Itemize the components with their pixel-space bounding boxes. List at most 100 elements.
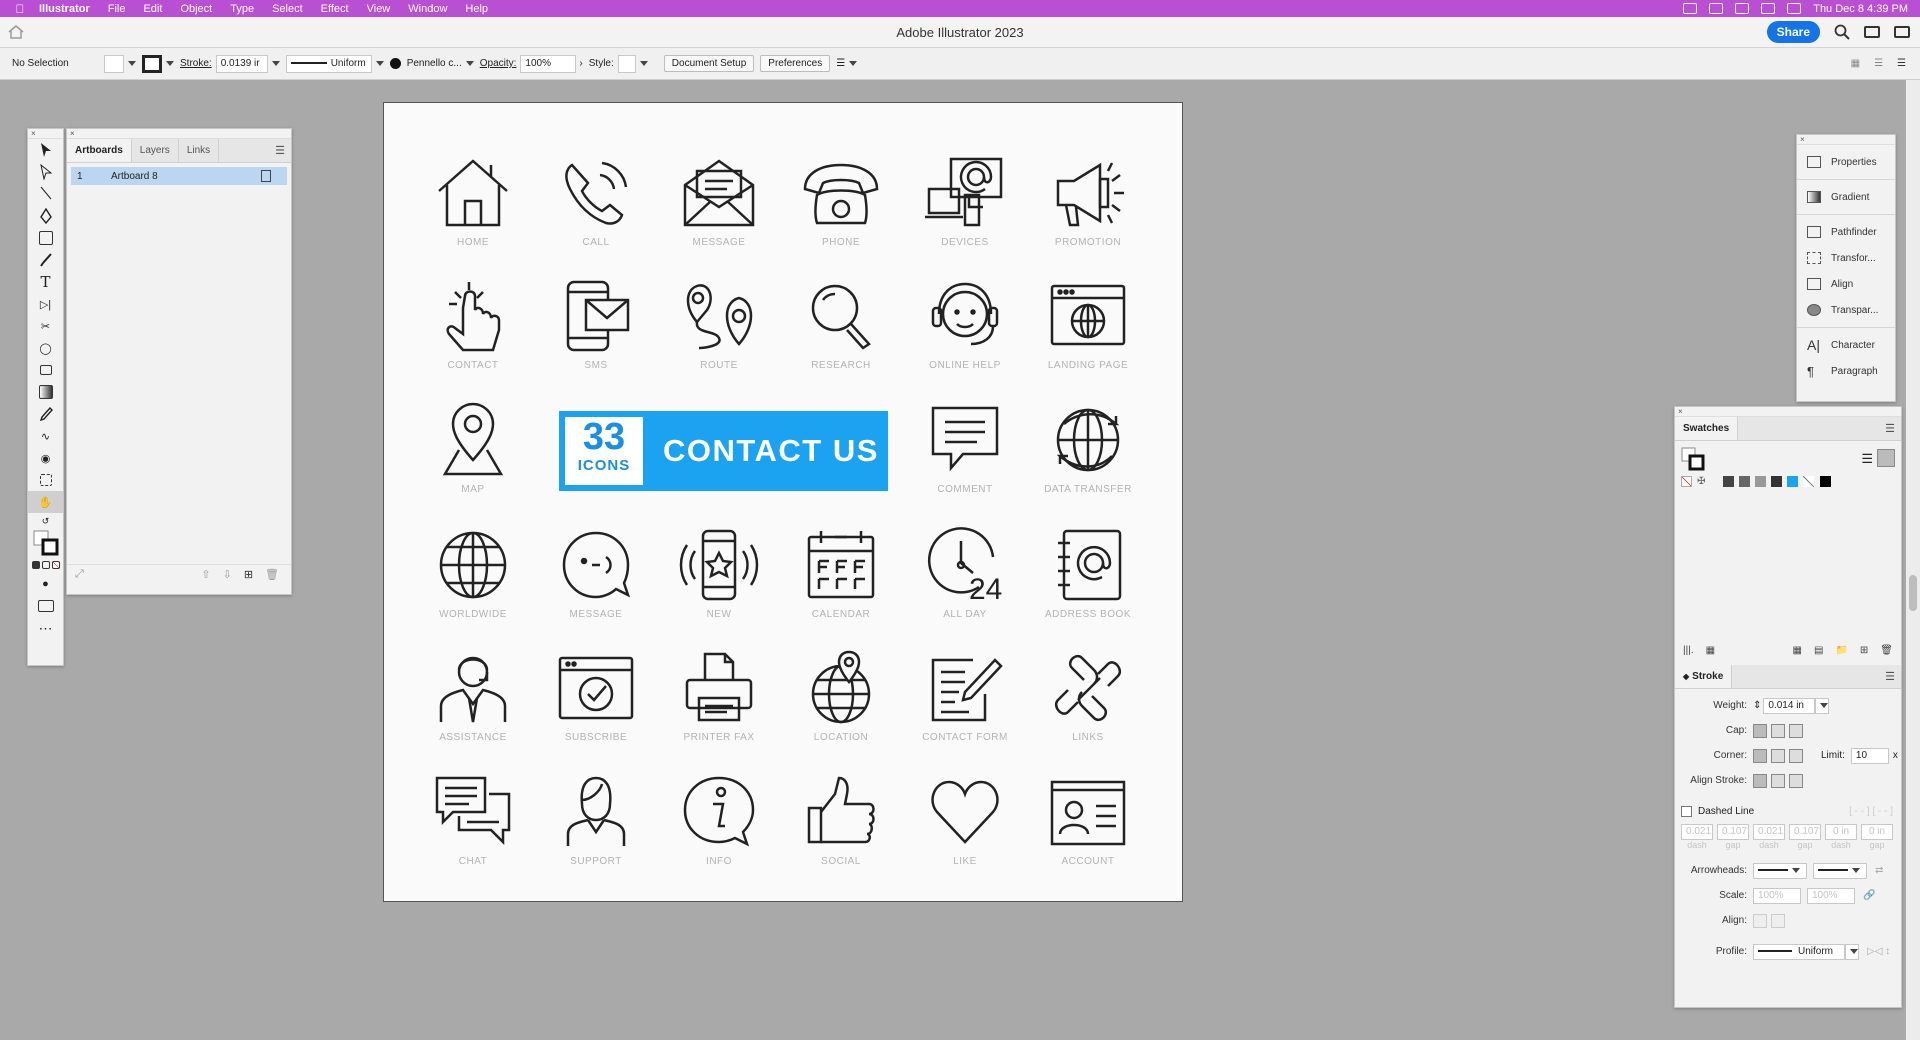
- menu-edit[interactable]: Edit: [134, 3, 171, 15]
- icon-social[interactable]: SOCIAL: [786, 774, 896, 867]
- scale-start-field[interactable]: 100%: [1753, 887, 1801, 904]
- move-up-icon[interactable]: ⇧: [201, 568, 210, 581]
- scissors-tool[interactable]: ✂: [28, 315, 63, 337]
- artboard-tool[interactable]: [28, 359, 63, 381]
- icon-assistance[interactable]: ASSISTANCE: [418, 650, 528, 743]
- arrange-icon[interactable]: ☰: [836, 58, 858, 69]
- swatch-dark[interactable]: [1739, 475, 1751, 487]
- fill-stroke-indicator[interactable]: [28, 529, 63, 557]
- arrow-tip-extend-button[interactable]: [1753, 913, 1767, 928]
- scale-end-field[interactable]: 100%: [1807, 887, 1855, 904]
- share-button[interactable]: Share: [1766, 21, 1820, 43]
- opacity-label[interactable]: Opacity:: [480, 58, 517, 69]
- draw-mode-icon[interactable]: ●: [28, 573, 63, 595]
- icon-online-help[interactable]: ONLINE HELP: [910, 278, 1020, 371]
- menu-file[interactable]: File: [99, 3, 135, 15]
- pen-tool[interactable]: [28, 205, 63, 227]
- list-view-icon[interactable]: ☰: [1861, 451, 1873, 467]
- panel-menu-icon[interactable]: ☰: [1879, 417, 1901, 440]
- icon-home[interactable]: HOME: [418, 155, 528, 248]
- icon-route[interactable]: ROUTE: [664, 278, 774, 371]
- show-kinds-icon[interactable]: ▦: [1793, 645, 1802, 656]
- icon-chat[interactable]: CHAT: [418, 774, 528, 867]
- close-icon[interactable]: ×: [28, 129, 63, 139]
- dock-pathfinder[interactable]: Pathfinder: [1797, 219, 1895, 245]
- dash-field[interactable]: 0 in: [1825, 824, 1857, 840]
- color-mode-icons[interactable]: [28, 557, 63, 573]
- style-swatch[interactable]: [617, 54, 636, 73]
- limit-field[interactable]: 10: [1850, 747, 1889, 764]
- arrow-tip-place-button[interactable]: [1771, 913, 1785, 928]
- tab-artboards[interactable]: Artboards: [67, 139, 132, 162]
- paintbrush-tool[interactable]: [28, 249, 63, 271]
- swatch-grey[interactable]: [1755, 475, 1767, 487]
- group-selection-tool[interactable]: [28, 183, 63, 205]
- align-center-button[interactable]: [1753, 773, 1767, 788]
- arrange-documents-icon[interactable]: [1864, 26, 1880, 38]
- tab-stroke[interactable]: ◆ Stroke: [1675, 665, 1733, 688]
- icon-printer-fax[interactable]: PRINTER FAX: [664, 650, 774, 743]
- profile-dropdown[interactable]: Uniform: [1753, 943, 1845, 960]
- style-dropdown[interactable]: [639, 61, 648, 66]
- icon-new[interactable]: NEW: [664, 527, 774, 620]
- hand-tool[interactable]: ✋: [28, 491, 63, 513]
- dock-gradient[interactable]: Gradient: [1797, 184, 1895, 210]
- align-icon[interactable]: ▦: [1851, 58, 1860, 69]
- icon-message[interactable]: MESSAGE: [664, 155, 774, 248]
- menu-app[interactable]: Illustrator: [30, 3, 99, 15]
- swatch-options-icon[interactable]: ▤: [1814, 645, 1823, 656]
- apple-icon[interactable]: : [10, 2, 30, 16]
- trash-icon[interactable]: 🗑: [265, 568, 279, 581]
- stroke-weight-field[interactable]: 0.0139 ir: [215, 54, 268, 73]
- wifi-icon[interactable]: [1761, 3, 1776, 14]
- search-icon[interactable]: [1787, 3, 1802, 14]
- icon-location[interactable]: LOCATION: [786, 650, 896, 743]
- eyedropper-tool[interactable]: [28, 403, 63, 425]
- gap-field[interactable]: 0.107: [1717, 824, 1749, 840]
- dock-transparency[interactable]: Transpar...: [1797, 297, 1895, 323]
- icon-worldwide[interactable]: WORLDWIDE: [418, 527, 528, 620]
- artboard-row[interactable]: 1 Artboard 8: [71, 167, 287, 185]
- align-outside-button[interactable]: [1789, 773, 1803, 788]
- dock-paragraph[interactable]: ¶ Paragraph: [1797, 358, 1895, 384]
- menu-window[interactable]: Window: [399, 3, 456, 15]
- new-swatch-icon[interactable]: ⊞: [1860, 645, 1868, 656]
- dock-properties[interactable]: Properties: [1797, 149, 1895, 175]
- bevel-join-button[interactable]: [1789, 748, 1803, 763]
- icon-account[interactable]: ACCOUNT: [1033, 774, 1143, 867]
- place-swatch-icon[interactable]: ▦: [1706, 645, 1715, 656]
- swatch-none[interactable]: [1681, 475, 1692, 487]
- thumbnail-view-icon[interactable]: [1877, 449, 1895, 467]
- icon-support[interactable]: SUPPORT: [541, 774, 651, 867]
- close-icon[interactable]: ×: [67, 129, 291, 139]
- round-cap-button[interactable]: [1771, 723, 1785, 738]
- swap-fill-stroke-icon[interactable]: ↺: [28, 513, 63, 529]
- swatch-black-2[interactable]: [1819, 475, 1831, 487]
- dashed-line-checkbox[interactable]: [1681, 806, 1692, 817]
- icon-research[interactable]: RESEARCH: [786, 278, 896, 371]
- arrowhead-end-dropdown[interactable]: [1813, 862, 1867, 879]
- dock-character[interactable]: A| Character: [1797, 332, 1895, 358]
- distribute-icon[interactable]: ☰: [1874, 58, 1883, 69]
- brush-definition[interactable]: Pennello c...: [389, 58, 474, 69]
- rearrange-icon[interactable]: ⤢: [75, 568, 84, 581]
- close-icon[interactable]: ×: [1675, 407, 1901, 417]
- menu-help[interactable]: Help: [456, 3, 497, 15]
- dash-field[interactable]: 0.021: [1753, 824, 1785, 840]
- link-scale-icon[interactable]: 🔗: [1863, 890, 1875, 901]
- dropbox-icon[interactable]: [1709, 3, 1724, 14]
- icon-address-book[interactable]: ADDRESS BOOK: [1033, 527, 1143, 620]
- butt-cap-button[interactable]: [1753, 723, 1767, 738]
- selection-tool[interactable]: [28, 139, 63, 161]
- miter-join-button[interactable]: [1753, 748, 1767, 763]
- icon-subscribe[interactable]: SUBSCRIBE: [541, 650, 651, 743]
- weight-field[interactable]: 0.014 in: [1763, 697, 1816, 714]
- stroke-weight-dropdown[interactable]: [271, 61, 280, 66]
- icon-landing-page[interactable]: LANDING PAGE: [1033, 278, 1143, 371]
- close-icon[interactable]: ×: [1797, 135, 1895, 145]
- shape-builder-tool[interactable]: ◉: [28, 447, 63, 469]
- icon-promotion[interactable]: PROMOTION: [1033, 155, 1143, 248]
- fill-swatch[interactable]: [104, 54, 136, 73]
- preferences-button[interactable]: Preferences: [760, 55, 831, 72]
- new-artboard-icon[interactable]: ⊞: [244, 568, 253, 581]
